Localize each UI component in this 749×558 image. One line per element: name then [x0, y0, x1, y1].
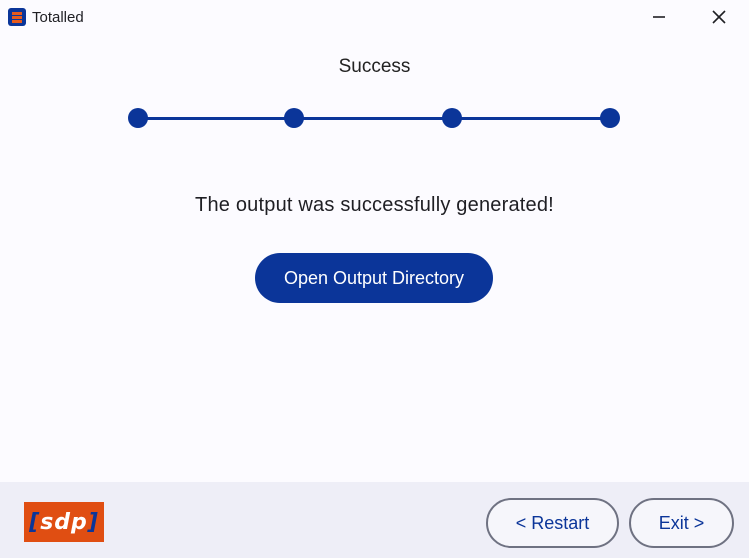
minimize-icon — [653, 16, 665, 18]
step-dot-3 — [442, 108, 462, 128]
step-connector — [295, 117, 452, 120]
open-output-directory-button[interactable]: Open Output Directory — [255, 253, 493, 303]
logo-mark: [sdp] — [29, 509, 99, 535]
app-icon — [8, 8, 26, 26]
window-title: Totalled — [32, 9, 84, 26]
step-title: Success — [338, 56, 411, 77]
restart-button[interactable]: < Restart — [486, 498, 619, 548]
minimize-button[interactable] — [636, 0, 682, 34]
step-dot-1 — [128, 108, 148, 128]
exit-button[interactable]: Exit > — [629, 498, 734, 548]
success-message: The output was successfully generated! — [195, 194, 554, 216]
title-bar: Totalled — [0, 0, 749, 34]
close-icon — [712, 10, 726, 24]
step-connector — [138, 117, 295, 120]
close-button[interactable] — [696, 0, 742, 34]
sdp-logo: [sdp] — [24, 502, 104, 542]
step-dot-4 — [600, 108, 620, 128]
step-connector — [452, 117, 610, 120]
step-dot-2 — [284, 108, 304, 128]
